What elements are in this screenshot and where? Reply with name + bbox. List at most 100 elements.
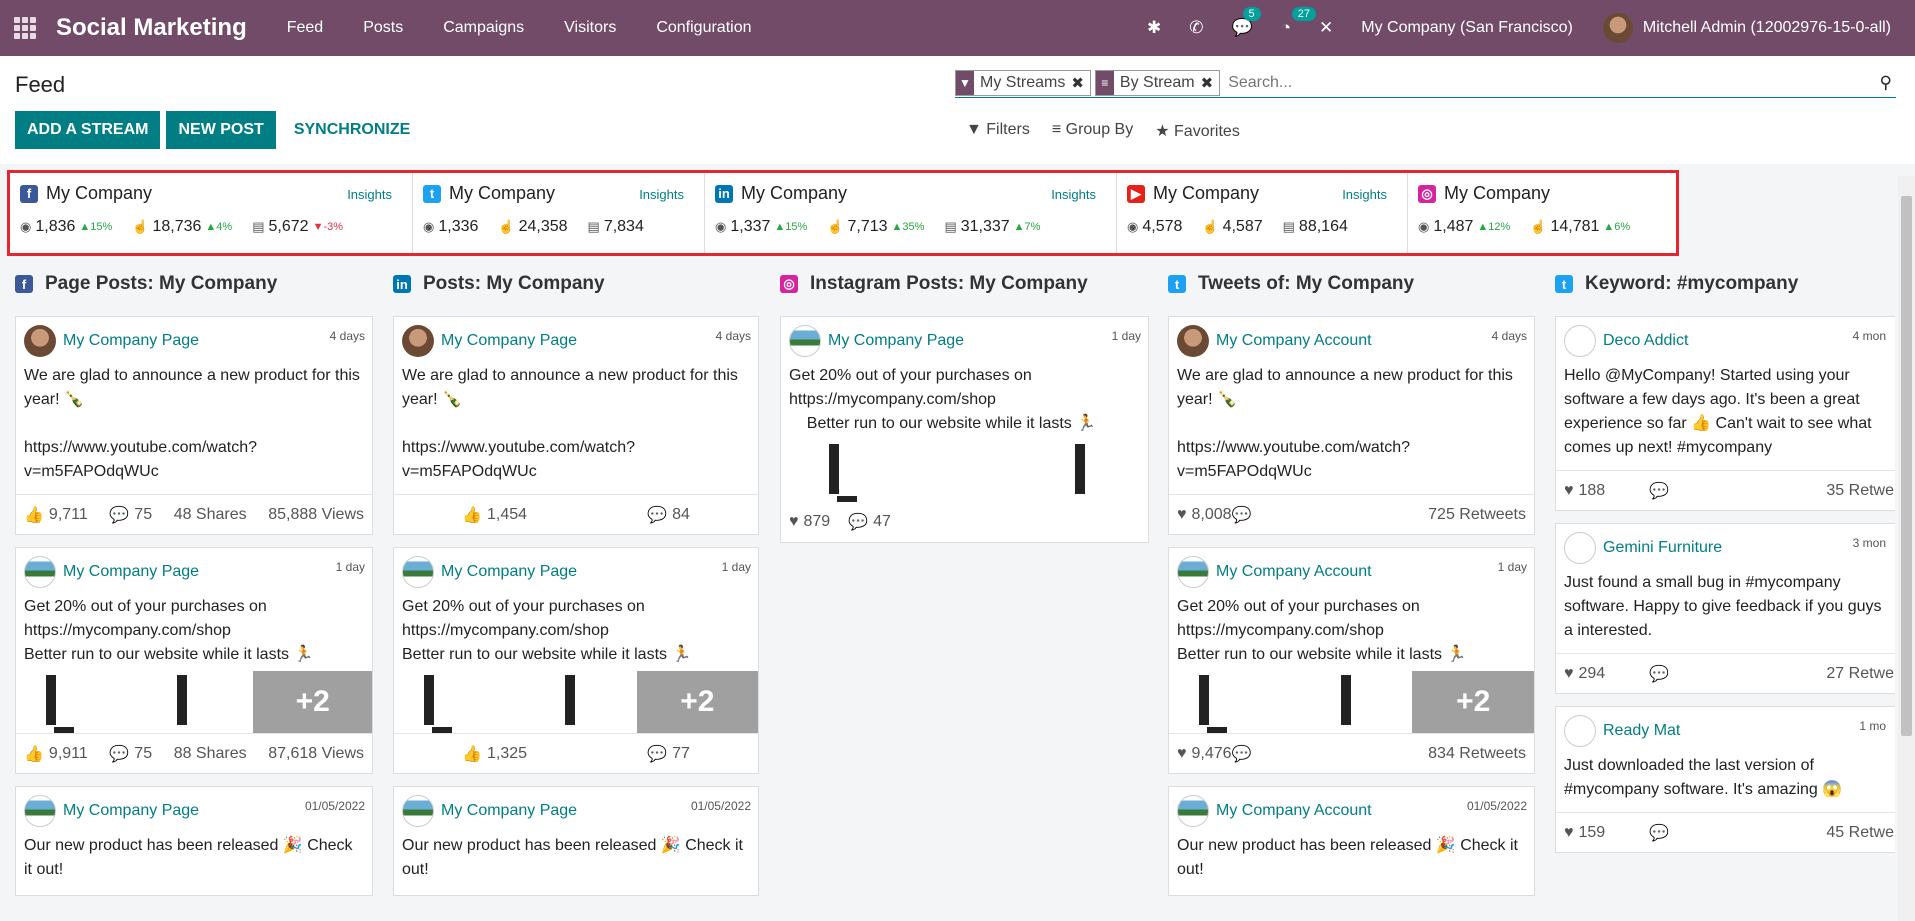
user-avatar [1602,13,1633,43]
post-author[interactable]: My Company Page [828,332,1140,350]
search-icon[interactable]: ⚲ [1880,73,1892,93]
post-card[interactable]: My Company Page 01/05/2022 Our new produc… [393,786,759,896]
stories-icon: ▤ [944,219,957,234]
account-stats-row: f My Company Insights ◉ 1,836 ▲15% ☝ 18,736 ▲… [7,170,1679,256]
post-images[interactable] [781,440,1148,502]
user-menu[interactable]: Mitchell Admin (12002976-15-0-all) [1602,13,1891,43]
stat-tile-linkedin[interactable]: in My Company Insights ◉ 1,337 ▲15% ☝ 7,713 ▲… [705,173,1117,253]
insights-link[interactable]: Insights [347,187,392,202]
heart-icon: ♥ [1564,823,1574,841]
author-avatar [1177,325,1209,357]
stat-tile-facebook[interactable]: f My Company Insights ◉ 1,836 ▲15% ☝ 18,736 ▲… [10,173,413,253]
insights-link[interactable]: Insights [1342,187,1387,202]
post-author[interactable]: My Company Page [441,563,750,581]
app-brand[interactable]: Social Marketing [56,14,247,42]
menu-visitors[interactable]: Visitors [564,19,616,37]
post-author[interactable]: Ready Mat [1603,722,1895,740]
column-title: Keyword: #mycompany [1585,273,1799,294]
post-card[interactable]: My Company Page 1 day Get 20% out of your… [15,547,373,774]
post-card[interactable]: My Company Account 01/05/2022 Our new pro… [1168,786,1535,896]
close-icon[interactable]: ✖ [1201,74,1220,92]
chat-icon[interactable]: 💬 5 [1232,7,1261,38]
menu-configuration[interactable]: Configuration [656,19,751,37]
post-author[interactable]: Deco Addict [1603,332,1895,350]
menu-campaigns[interactable]: Campaigns [443,19,524,37]
activity-clock-icon[interactable]: ◔ 27 [1281,7,1316,38]
scrollbar-thumb[interactable] [1901,196,1912,736]
more-images-badge: +2 [636,671,758,733]
group-by-toggle[interactable]: ≡ Group By [1052,121,1133,141]
post-stats: ♥ 879 💬 47 [789,513,891,531]
phone-icon[interactable]: ✆ [1189,18,1203,38]
post-date: 4 days [715,329,751,343]
post-text: We are glad to announce a new product fo… [24,367,360,480]
post-images[interactable]: +2 [1169,671,1534,733]
post-author[interactable]: My Company Page [441,332,750,350]
insights-link[interactable]: Insights [1051,187,1096,202]
company-switcher[interactable]: My Company (San Francisco) [1361,19,1573,37]
facebook-icon: f [15,275,33,293]
post-card[interactable]: Ready Mat 1 mo Just downloaded the last v… [1555,706,1895,853]
bug-icon[interactable]: ✱ [1147,18,1161,38]
author-avatar [24,325,56,357]
author-avatar [1564,532,1596,564]
new-post-button[interactable]: NEW POST [166,111,276,149]
menu-posts[interactable]: Posts [363,19,403,37]
post-author[interactable]: My Company Page [63,332,364,350]
engagement-icon: ☝ [827,219,844,234]
menu-feed[interactable]: Feed [287,19,323,37]
post-image [1291,671,1413,733]
favorites-toggle[interactable]: ★ Favorites [1155,121,1240,141]
stat-tile-youtube[interactable]: ▶ My Company Insights ◉ 4,578 ☝ 4,587 ▤ 88,1… [1117,173,1408,253]
post-author[interactable]: My Company Page [63,563,364,581]
comments-icon: 💬 [1231,745,1252,763]
insights-link[interactable]: Insights [639,187,684,202]
stat-tile-twitter[interactable]: t My Company Insights ◉ 1,336 ☝ 24,358 ▤ 7,8… [413,173,705,253]
post-stats: ♥ 8,008 💬 725 Retweets [1169,494,1534,534]
post-card[interactable]: My Company Account 4 days We are glad to … [1168,316,1535,535]
vertical-scrollbar[interactable] [1898,176,1915,921]
post-author[interactable]: Gemini Furniture [1603,539,1895,557]
filters-toggle[interactable]: ▼ Filters [966,121,1030,141]
post-date: 4 days [1491,329,1527,343]
more-images-badge: +2 [1412,671,1534,733]
search-bar: ▼ My Streams ✖ ≡ By Stream ✖ ⚲ [955,68,1896,98]
search-options: ▼ Filters ≡ Group By ★ Favorites [966,121,1240,141]
post-author[interactable]: My Company Account [1216,563,1526,581]
post-stats: ♥ 188 💬 35 Retwe [1556,470,1895,510]
close-icon[interactable]: ✖ [1071,74,1090,92]
comments-icon: 💬 [647,745,668,763]
post-card[interactable]: My Company Page 1 day Get 20% out of your… [393,547,759,774]
facet-by-stream[interactable]: ≡ By Stream ✖ [1094,69,1221,96]
post-card[interactable]: Deco Addict 4 mon Hello @MyCompany! Start… [1555,316,1895,511]
post-card[interactable]: My Company Page 4 days We are glad to ann… [15,316,373,535]
tools-icon[interactable]: ✕ [1319,18,1333,38]
post-date: 1 day [1497,560,1527,574]
stream-column-twitter: t Tweets of: My Company My Company Accoun… [1168,264,1535,896]
stories-icon: ▤ [252,219,265,234]
post-card[interactable]: My Company Page 1 day Get 20% out of your… [780,316,1149,543]
post-card[interactable]: My Company Page 01/05/2022 Our new produc… [15,786,373,896]
post-image [781,440,965,502]
search-input[interactable] [1224,73,1880,92]
synchronize-button[interactable]: SYNCHRONIZE [282,111,422,149]
post-card[interactable]: My Company Account 1 day Get 20% out of y… [1168,547,1535,774]
stat-tile-instagram[interactable]: ◎ My Company ◉ 1,487 ▲12% ☝ 14,781 ▲6% [1408,173,1676,253]
post-author[interactable]: My Company Account [1216,332,1526,350]
app-grid-icon[interactable] [14,17,36,39]
add-stream-button[interactable]: ADD A STREAM [15,111,161,149]
control-panel-buttons: ADD A STREAM NEW POST SYNCHRONIZE [15,111,422,149]
post-image [135,671,254,733]
post-images[interactable]: +2 [16,671,372,733]
stories-icon: ▤ [1282,219,1295,234]
post-card[interactable]: Gemini Furniture 3 mon Just found a small… [1555,523,1895,694]
chat-badge: 5 [1242,7,1261,21]
post-date: 4 mon [1852,329,1886,343]
thumbs-up-icon: 👍 [24,745,44,763]
twitter-icon: t [1555,275,1573,293]
post-date: 01/05/2022 [304,799,365,813]
post-images[interactable]: +2 [394,671,758,733]
post-card[interactable]: My Company Page 4 days We are glad to ann… [393,316,759,535]
facet-my-streams[interactable]: ▼ My Streams ✖ [955,69,1091,96]
post-date: 3 mon [1852,536,1886,550]
